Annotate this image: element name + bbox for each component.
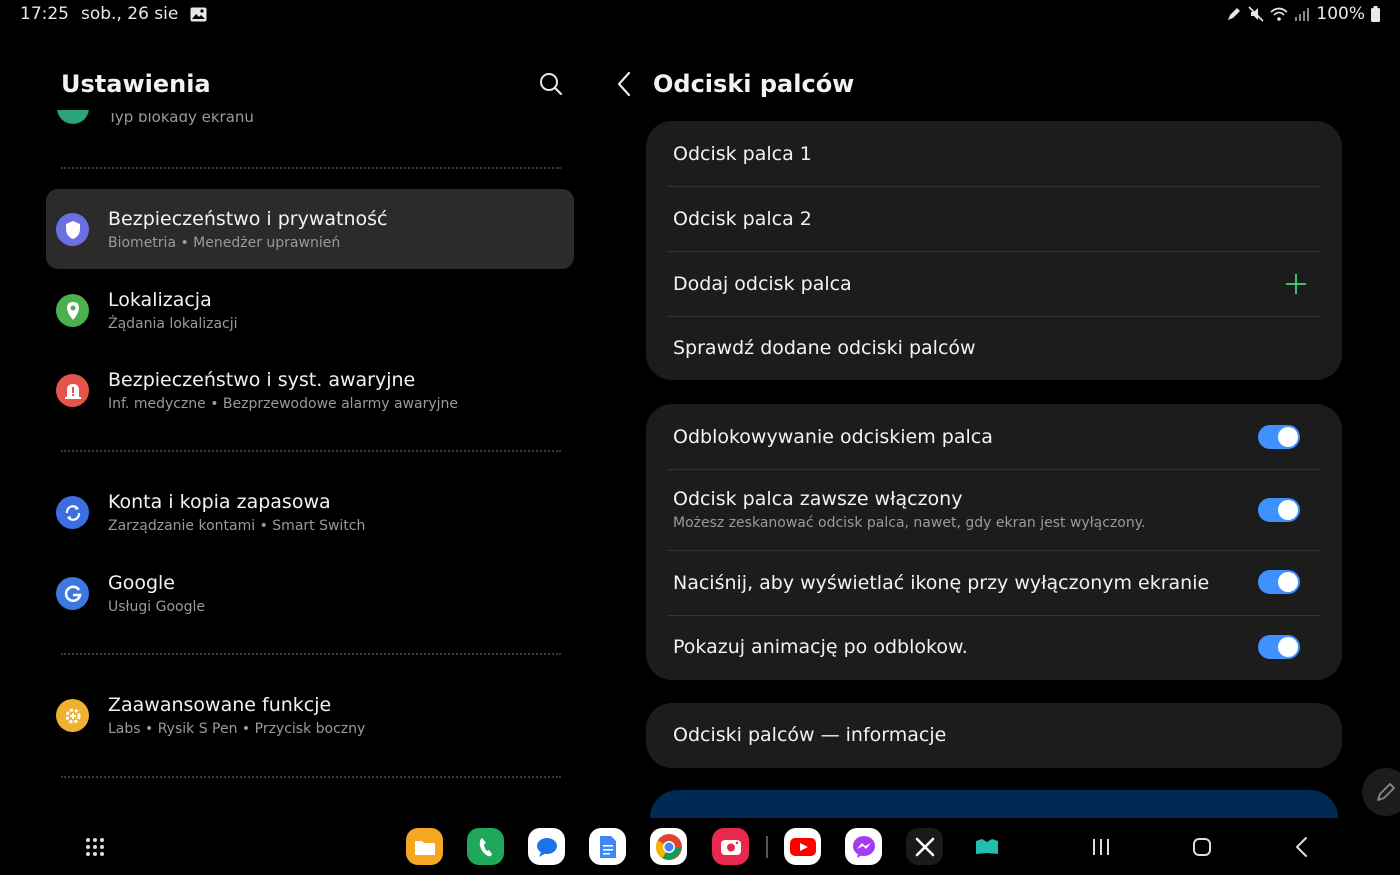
settings-item-security-privacy[interactable]: Bezpieczeństwo i prywatność Biometria • …	[46, 189, 574, 269]
back-nav-icon[interactable]	[1290, 835, 1314, 859]
settings-title: Ustawienia	[61, 70, 211, 98]
fingerprint-about-row[interactable]: Odciski palców — informacje	[646, 703, 1342, 768]
battery-icon	[1371, 6, 1380, 22]
divider	[61, 653, 561, 655]
messages-app-icon[interactable]	[528, 828, 565, 865]
fingerprint-always-on-toggle[interactable]	[1258, 498, 1300, 522]
fingerprint-about-card[interactable]: Odciski palców — informacje	[646, 703, 1342, 768]
partial-item-sub: Typ blokady ekranu	[108, 113, 254, 126]
wifi-icon	[1270, 6, 1288, 22]
settings-item-sub: Inf. medyczne • Bezprzewodowe alarmy awa…	[108, 396, 459, 412]
row-title: Sprawdź dodane odciski palców	[673, 337, 976, 359]
settings-item-location[interactable]: Lokalizacja Żądania lokalizacji	[46, 270, 574, 350]
files-app-icon[interactable]	[406, 828, 443, 865]
fingerprint-unlock-row[interactable]: Odblokowywanie odciskiem palca	[646, 404, 1342, 470]
row-title: Odcisk palca 2	[673, 208, 812, 230]
unlock-animation-toggle[interactable]	[1258, 635, 1300, 659]
fingerprint-1-row[interactable]: Odcisk palca 1	[646, 121, 1342, 187]
row-subtitle: Możesz zeskanować odcisk palca, nawet, g…	[673, 515, 1146, 531]
back-arrow-icon[interactable]	[612, 70, 638, 98]
shield-icon	[56, 213, 89, 246]
toggle-knob	[1278, 427, 1298, 447]
settings-item-title: Konta i kopia zapasowa	[108, 491, 331, 513]
row-title: Naciśnij, aby wyświetlać ikonę przy wyłą…	[673, 572, 1210, 594]
row-title: Odcisk palca 1	[673, 143, 812, 165]
show-icon-screen-off-toggle[interactable]	[1258, 570, 1300, 594]
tablet-app-icon[interactable]	[968, 828, 1005, 865]
settings-item-title: Bezpieczeństwo i syst. awaryjne	[108, 369, 416, 391]
row-title: Dodaj odcisk palca	[673, 273, 852, 295]
phone-app-icon[interactable]	[467, 828, 504, 865]
settings-item-emergency[interactable]: Bezpieczeństwo i syst. awaryjne Inf. med…	[46, 350, 574, 430]
mute-icon	[1248, 6, 1264, 22]
recent-apps-icon[interactable]	[1090, 835, 1114, 859]
docs-app-icon[interactable]	[589, 828, 626, 865]
settings-item-title: Google	[108, 572, 176, 594]
row-title: Odcisk palca zawsze włączony	[673, 488, 963, 510]
dock-separator	[766, 836, 768, 858]
google-icon	[56, 577, 89, 610]
x-app-icon[interactable]	[906, 828, 943, 865]
toggle-knob	[1278, 500, 1298, 520]
show-icon-screen-off-row[interactable]: Naciśnij, aby wyświetlać ikonę przy wyłą…	[646, 551, 1342, 616]
chrome-app-icon[interactable]	[650, 828, 687, 865]
settings-item-title: Lokalizacja	[108, 289, 212, 311]
signal-icon	[1294, 7, 1310, 21]
fingerprint-unlock-toggle[interactable]	[1258, 425, 1300, 449]
divider	[61, 167, 561, 169]
page-title: Odciski palców	[653, 70, 855, 98]
settings-item-google[interactable]: Google Usługi Google	[46, 553, 574, 633]
edit-pencil-icon[interactable]	[1362, 768, 1400, 816]
settings-item-sub: Biometria • Menedżer uprawnień	[108, 235, 341, 251]
toggle-knob	[1278, 572, 1298, 592]
battery-percent: 100%	[1316, 4, 1365, 24]
settings-item-title: Bezpieczeństwo i prywatność	[108, 208, 388, 230]
toggle-knob	[1278, 637, 1298, 657]
messenger-app-icon[interactable]	[845, 828, 882, 865]
home-icon[interactable]	[1190, 835, 1214, 859]
gear-plus-icon	[56, 699, 89, 732]
lock-screen-icon	[57, 110, 89, 124]
row-title: Odciski palców — informacje	[673, 724, 947, 746]
row-title: Odblokowywanie odciskiem palca	[673, 426, 993, 448]
pen-icon	[1226, 6, 1242, 22]
add-fingerprint-row[interactable]: Dodaj odcisk palca	[646, 252, 1342, 317]
screen-recorder-app-icon[interactable]	[712, 828, 749, 865]
fingerprint-always-on-row[interactable]: Odcisk palca zawsze włączony Możesz zesk…	[646, 470, 1342, 550]
plus-icon	[1284, 272, 1308, 296]
taskbar	[0, 818, 1400, 875]
row-title: Pokazuj animację po odblokow.	[673, 636, 968, 658]
fingerprint-list-card: Odcisk palca 1 Odcisk palca 2 Dodaj odci…	[646, 121, 1342, 380]
check-fingerprints-row[interactable]: Sprawdź dodane odciski palców	[646, 317, 1342, 380]
settings-item-sub: Usługi Google	[108, 599, 205, 615]
settings-item-advanced-features[interactable]: Zaawansowane funkcje Labs • Rysik S Pen …	[46, 675, 574, 755]
settings-item-sub: Labs • Rysik S Pen • Przycisk boczny	[108, 721, 366, 737]
app-drawer-icon[interactable]	[85, 837, 105, 857]
emergency-icon	[56, 374, 89, 407]
settings-item-accounts-backup[interactable]: Konta i kopia zapasowa Zarządzanie konta…	[46, 472, 574, 552]
settings-item-sub: Żądania lokalizacji	[108, 316, 238, 332]
fingerprint-2-row[interactable]: Odcisk palca 2	[646, 187, 1342, 252]
location-pin-icon	[56, 294, 89, 327]
search-icon[interactable]	[537, 70, 565, 98]
settings-list-panel: Ustawienia Typ blokady ekranu Bezpieczeń…	[0, 0, 600, 810]
unlock-animation-row[interactable]: Pokazuj animację po odblokow.	[646, 616, 1342, 680]
divider	[61, 450, 561, 452]
divider	[61, 776, 561, 778]
settings-item-title: Zaawansowane funkcje	[108, 694, 332, 716]
fingerprint-options-card: Odblokowywanie odciskiem palca Odcisk pa…	[646, 404, 1342, 680]
settings-item-sub: Zarządzanie kontami • Smart Switch	[108, 518, 366, 534]
sync-icon	[56, 496, 89, 529]
youtube-app-icon[interactable]	[784, 828, 821, 865]
